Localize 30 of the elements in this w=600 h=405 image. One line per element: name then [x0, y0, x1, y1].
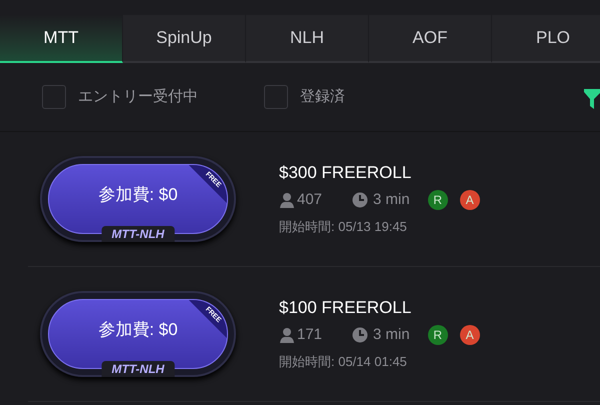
start-time: 開始時間: 05/13 19:45 [279, 218, 408, 236]
tournament-title: $100 FREEROLL [279, 297, 412, 319]
tab[interactable]: AOF [369, 15, 492, 63]
clock-icon [352, 327, 368, 344]
person-icon [279, 192, 295, 208]
game-label: MTT-NLH [102, 361, 174, 377]
rule-badge: R [428, 190, 448, 210]
filter-label: 登録済 [300, 86, 345, 107]
checkbox[interactable] [42, 85, 66, 109]
start-time: 開始時間: 05/14 01:45 [279, 352, 408, 370]
rule-badge: R [428, 325, 448, 346]
duration: 3 min [373, 325, 410, 345]
player-count: 407 [297, 190, 322, 210]
buy-in-label: 参加費: $0 [98, 319, 178, 342]
tournament-title: $300 FREEROLL [279, 162, 412, 184]
filter-label: エントリー受付中 [78, 86, 198, 107]
filter-icon[interactable] [584, 87, 600, 109]
player-count: 171 [297, 325, 322, 345]
rule-badge: A [460, 325, 480, 346]
tab[interactable]: NLH [246, 15, 369, 63]
tab[interactable]: PLO [492, 15, 600, 63]
duration: 3 min [373, 190, 410, 210]
checkbox[interactable] [264, 85, 288, 109]
clock-icon [352, 192, 368, 208]
rule-badge: A [460, 190, 480, 210]
person-icon [279, 327, 295, 344]
game-label: MTT-NLH [102, 226, 174, 242]
tab[interactable]: MTT [0, 15, 123, 63]
tab[interactable]: SpinUp [123, 15, 246, 63]
buy-in-label: 参加費: $0 [98, 184, 178, 206]
